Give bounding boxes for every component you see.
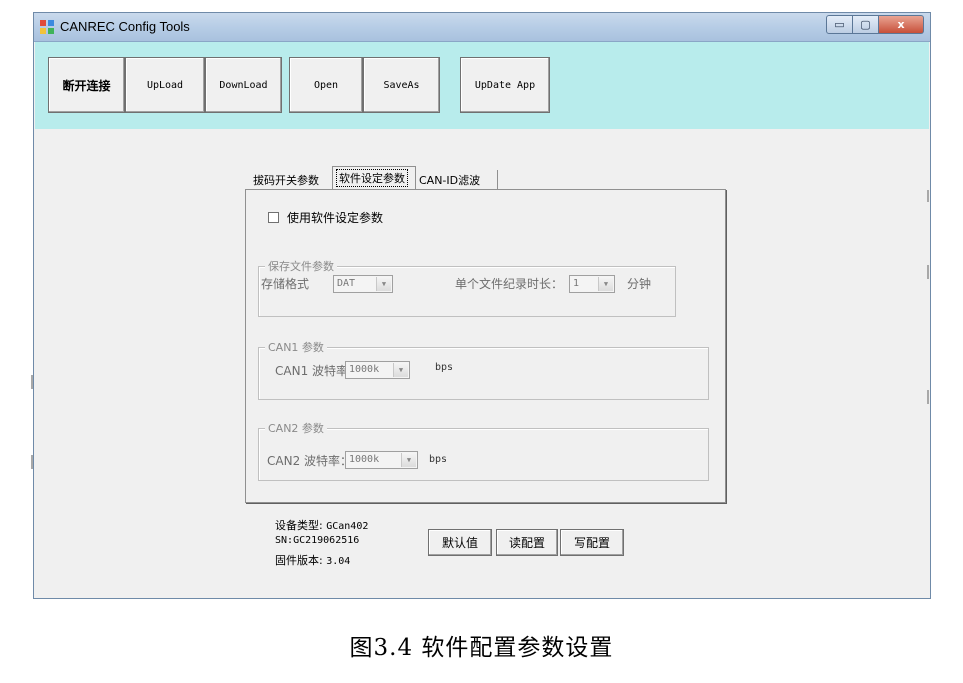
edge-artifact bbox=[927, 190, 929, 202]
minimize-button[interactable]: ▭ bbox=[826, 15, 853, 34]
can1-group: CAN1 参数 CAN1 波特率： 1000k ▼ bps bbox=[258, 339, 709, 400]
close-button[interactable]: x bbox=[879, 15, 924, 34]
figure-caption: 图3.4 软件配置参数设置 bbox=[349, 635, 614, 661]
edge-artifact bbox=[927, 390, 929, 404]
window-title: CANREC Config Tools bbox=[60, 19, 190, 34]
save-file-group: 保存文件参数 存储格式 DAT ▼ 单个文件纪录时长： 1 ▼ 分钟 bbox=[258, 258, 676, 317]
can2-group-title: CAN2 参数 bbox=[265, 420, 327, 436]
duration-select[interactable]: 1 ▼ bbox=[569, 275, 615, 293]
fw-value: 3.04 bbox=[326, 556, 351, 567]
can1-unit: bps bbox=[435, 362, 454, 373]
format-label: 存储格式 bbox=[261, 277, 310, 291]
format-select[interactable]: DAT ▼ bbox=[333, 275, 393, 293]
duration-label: 单个文件纪录时长： bbox=[455, 277, 564, 291]
save-file-group-title: 保存文件参数 bbox=[265, 258, 337, 274]
can2-baud-value: 1000k bbox=[349, 454, 380, 465]
tab-software-label: 软件设定参数 bbox=[336, 169, 408, 187]
sn-value: GC219062516 bbox=[293, 535, 360, 546]
can1-baud-value: 1000k bbox=[349, 364, 380, 375]
default-button[interactable]: 默认值 bbox=[428, 529, 492, 556]
software-settings-panel: 使用软件设定参数 保存文件参数 存储格式 DAT ▼ 单个文件纪录时长： 1 ▼… bbox=[245, 189, 726, 503]
use-software-label: 使用软件设定参数 bbox=[287, 211, 384, 225]
device-type: 设备类型: GCan402 bbox=[275, 517, 368, 533]
chevron-down-icon: ▼ bbox=[598, 277, 613, 291]
upload-button[interactable]: UpLoad bbox=[125, 57, 205, 113]
firmware-version: 固件版本: 3.04 bbox=[275, 552, 350, 568]
use-software-checkbox[interactable] bbox=[268, 212, 279, 223]
device-type-value: GCan402 bbox=[326, 521, 369, 532]
edge-artifact bbox=[31, 455, 33, 469]
title-bar[interactable]: CANREC Config Tools ▭ ▢ x bbox=[34, 13, 930, 42]
saveas-button[interactable]: SaveAs bbox=[363, 57, 440, 113]
chevron-down-icon: ▼ bbox=[401, 453, 416, 467]
chevron-down-icon: ▼ bbox=[393, 363, 408, 377]
app-window: CANREC Config Tools ▭ ▢ x 断开连接 UpLoad Do… bbox=[33, 12, 931, 599]
disconnect-button[interactable]: 断开连接 bbox=[48, 57, 125, 113]
can2-unit: bps bbox=[429, 454, 448, 465]
window-controls: ▭ ▢ x bbox=[826, 15, 924, 34]
duration-unit: 分钟 bbox=[627, 277, 652, 291]
edge-artifact bbox=[31, 375, 33, 389]
minimize-icon: ▭ bbox=[834, 18, 845, 31]
app-icon bbox=[40, 20, 54, 34]
tab-dip-switch[interactable]: 拔码开关参数 bbox=[250, 170, 332, 189]
tab-software-settings[interactable]: 软件设定参数 bbox=[332, 166, 416, 189]
can2-group: CAN2 参数 CAN2 波特率： 1000k ▼ bps bbox=[258, 420, 709, 481]
use-software-row[interactable]: 使用软件设定参数 bbox=[268, 209, 383, 226]
close-icon: x bbox=[897, 18, 905, 31]
maximize-button[interactable]: ▢ bbox=[853, 15, 879, 34]
device-type-label: 设备类型: bbox=[275, 519, 323, 532]
can2-baud-label: CAN2 波特率： bbox=[267, 454, 353, 468]
can2-baud-select[interactable]: 1000k ▼ bbox=[345, 451, 418, 469]
client-area: 拔码开关参数 软件设定参数 CAN-ID滤波 使用软件设定参数 保存文件参数 存… bbox=[35, 129, 929, 597]
tab-canid-filter[interactable]: CAN-ID滤波 bbox=[416, 170, 498, 189]
chevron-down-icon: ▼ bbox=[376, 277, 391, 291]
format-value: DAT bbox=[337, 278, 356, 289]
sn-label: SN: bbox=[275, 535, 294, 546]
serial-number: SN:GC219062516 bbox=[275, 535, 359, 546]
fw-label: 固件版本: bbox=[275, 554, 323, 567]
edge-artifact bbox=[927, 265, 929, 279]
write-config-button[interactable]: 写配置 bbox=[560, 529, 624, 556]
download-button[interactable]: DownLoad bbox=[205, 57, 282, 113]
can1-baud-select[interactable]: 1000k ▼ bbox=[345, 361, 410, 379]
maximize-icon: ▢ bbox=[860, 18, 871, 31]
can1-group-title: CAN1 参数 bbox=[265, 339, 327, 355]
toolbar: 断开连接 UpLoad DownLoad Open SaveAs UpDate … bbox=[35, 42, 929, 129]
update-app-button[interactable]: UpDate App bbox=[460, 57, 550, 113]
duration-value: 1 bbox=[573, 278, 580, 289]
open-button[interactable]: Open bbox=[289, 57, 363, 113]
read-config-button[interactable]: 读配置 bbox=[496, 529, 558, 556]
